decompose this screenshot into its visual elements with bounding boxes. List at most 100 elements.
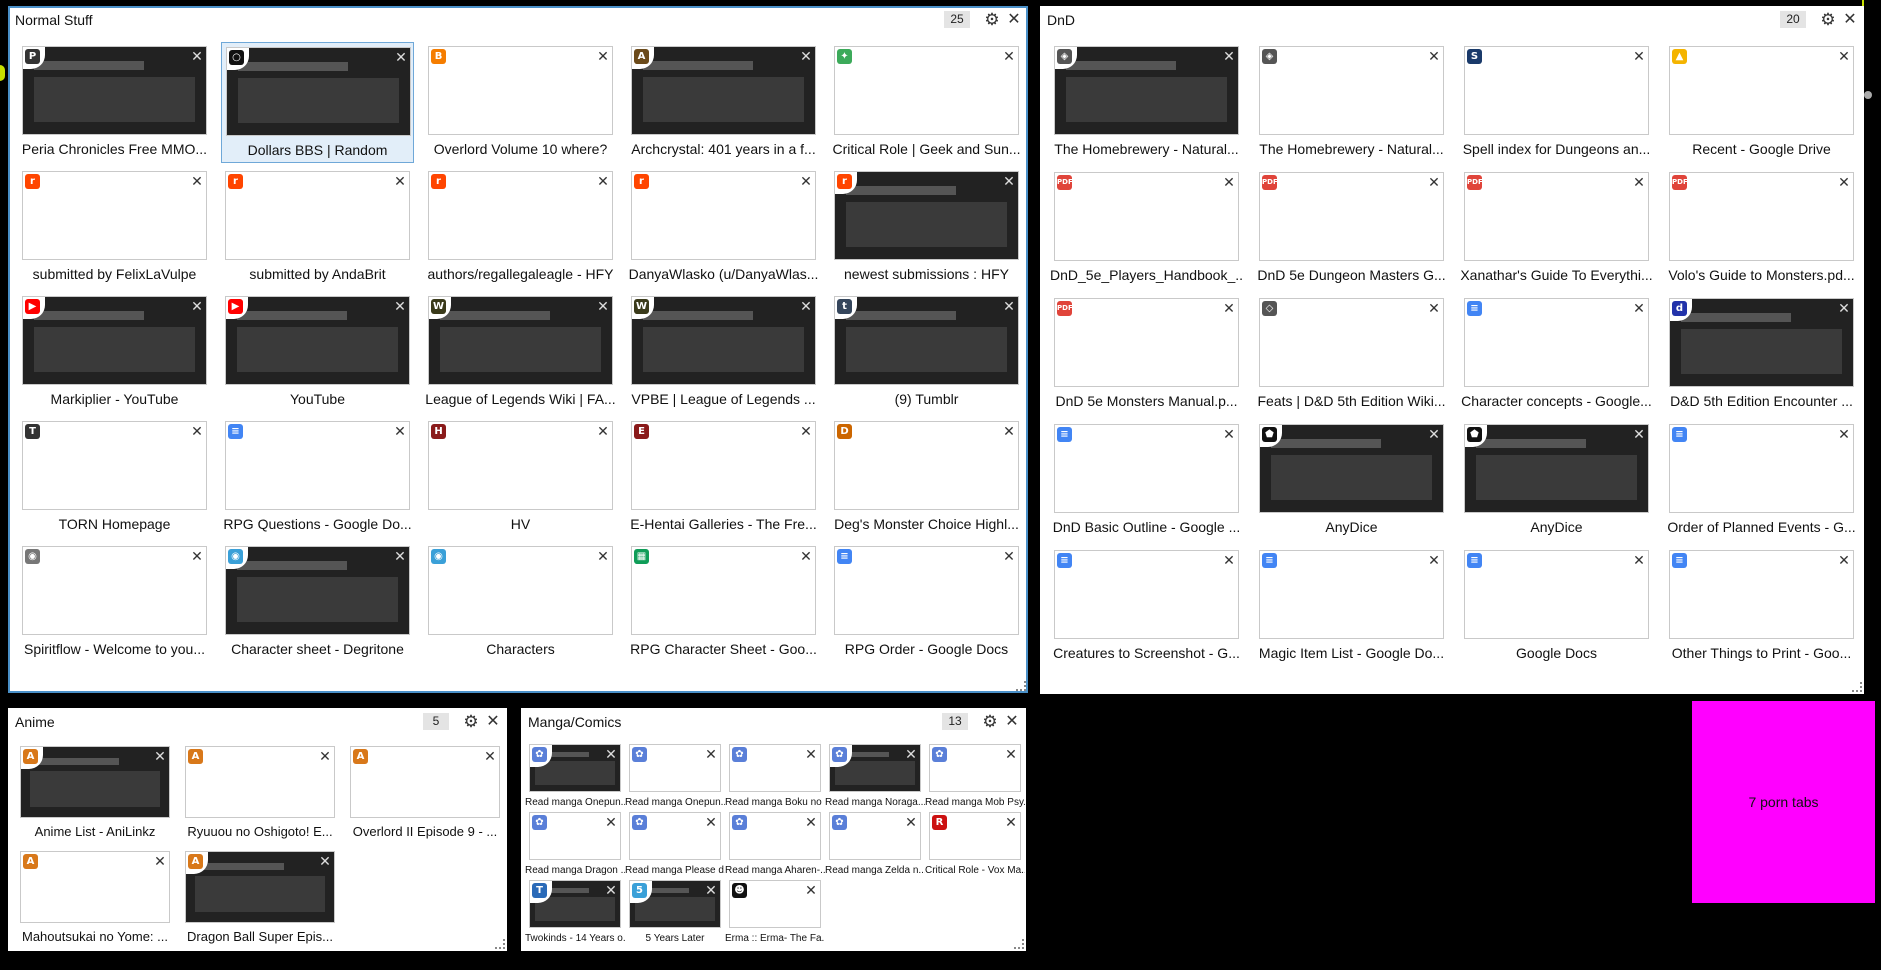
gear-icon[interactable]: ⚙: [461, 712, 481, 732]
tab-item[interactable]: ✿ ✕ Read manga Onepun...: [625, 740, 725, 814]
tab-thumbnail[interactable]: ☻ ✕: [729, 880, 821, 928]
tab-thumbnail[interactable]: T ✕: [22, 421, 207, 510]
gear-icon[interactable]: ⚙: [980, 712, 1000, 732]
tab-thumbnail[interactable]: PDF ✕: [1669, 172, 1854, 261]
group-title[interactable]: Normal Stuff: [15, 12, 93, 28]
tab-item[interactable]: t ✕ (9) Tumblr: [830, 292, 1023, 413]
tab-item[interactable]: r ✕ newest submissions : HFY: [830, 167, 1023, 288]
close-icon[interactable]: ✕: [904, 747, 918, 761]
tab-item[interactable]: PDF ✕ DnD_5e_Players_Handbook_...: [1050, 168, 1243, 289]
tab-thumbnail[interactable]: A ✕: [185, 851, 335, 923]
tab-thumbnail[interactable]: H ✕: [428, 421, 613, 510]
close-icon[interactable]: ✕: [1222, 553, 1236, 567]
close-icon[interactable]: ✕: [483, 712, 503, 732]
close-icon[interactable]: ✕: [190, 424, 204, 438]
tab-item[interactable]: ◈ ✕ The Homebrewery - Natural...: [1255, 42, 1448, 163]
tab-thumbnail[interactable]: ◉ ✕: [22, 546, 207, 635]
close-icon[interactable]: ✕: [394, 50, 408, 64]
tab-item[interactable]: PDF ✕ Xanathar's Guide To Everythi...: [1460, 168, 1653, 289]
close-icon[interactable]: ✕: [804, 883, 818, 897]
tab-thumbnail[interactable]: ✦ ✕: [834, 46, 1019, 135]
close-icon[interactable]: ✕: [1427, 175, 1441, 189]
tab-item[interactable]: A ✕ Anime List - AniLinkz: [16, 742, 174, 846]
tab-thumbnail[interactable]: A ✕: [20, 851, 170, 923]
tab-item[interactable]: ▦ ✕ RPG Character Sheet - Goo...: [627, 542, 820, 663]
close-icon[interactable]: ✕: [1427, 301, 1441, 315]
tab-thumbnail[interactable]: A ✕: [631, 46, 816, 135]
tab-item[interactable]: r ✕ submitted by FelixLaVulpe: [18, 167, 211, 288]
tab-item[interactable]: W ✕ VPBE | League of Legends ...: [627, 292, 820, 413]
tab-item[interactable]: ✿ ✕ Read manga Zelda n...: [825, 808, 925, 882]
tab-item[interactable]: ≡ ✕ Character concepts - Google...: [1460, 294, 1653, 415]
tab-thumbnail[interactable]: ✿ ✕: [729, 744, 821, 792]
close-icon[interactable]: ✕: [393, 299, 407, 313]
tab-thumbnail[interactable]: ✿ ✕: [729, 812, 821, 860]
close-icon[interactable]: ✕: [318, 749, 332, 763]
close-icon[interactable]: ✕: [1632, 175, 1646, 189]
close-icon[interactable]: ✕: [1837, 301, 1851, 315]
close-icon[interactable]: ✕: [604, 815, 618, 829]
close-icon[interactable]: ✕: [596, 549, 610, 563]
tab-item[interactable]: ◇ ✕ Feats | D&D 5th Edition Wiki...: [1255, 294, 1448, 415]
tab-item[interactable]: ≡ ✕ Magic Item List - Google Do...: [1255, 546, 1448, 667]
close-icon[interactable]: ✕: [190, 549, 204, 563]
tab-item[interactable]: ✿ ✕ Read manga Dragon ...: [525, 808, 625, 882]
tab-thumbnail[interactable]: ▶ ✕: [22, 296, 207, 385]
tab-item[interactable]: A ✕ Ryuuou no Oshigoto! E...: [181, 742, 339, 846]
tab-item[interactable]: D ✕ Deg's Monster Choice Highl...: [830, 417, 1023, 538]
group-title[interactable]: Anime: [15, 714, 55, 730]
tab-thumbnail[interactable]: ▶ ✕: [225, 296, 410, 385]
tab-item[interactable]: ◉ ✕ Characters: [424, 542, 617, 663]
close-icon[interactable]: ✕: [393, 424, 407, 438]
resize-grip[interactable]: [495, 939, 505, 949]
tab-group-normal_stuff[interactable]: Normal Stuff 25 ⚙ ✕ P ✕ Peria Chronicles Free …: [8, 6, 1028, 693]
close-icon[interactable]: ✕: [799, 49, 813, 63]
close-icon[interactable]: ✕: [804, 747, 818, 761]
tab-thumbnail[interactable]: r ✕: [22, 171, 207, 260]
tab-thumbnail[interactable]: W ✕: [428, 296, 613, 385]
tab-thumbnail[interactable]: PDF ✕: [1464, 172, 1649, 261]
close-icon[interactable]: ✕: [190, 299, 204, 313]
gear-icon[interactable]: ⚙: [982, 10, 1002, 30]
close-icon[interactable]: ✕: [190, 174, 204, 188]
tab-item[interactable]: T ✕ TORN Homepage: [18, 417, 211, 538]
tab-item[interactable]: ▶ ✕ Markiplier - YouTube: [18, 292, 211, 413]
tab-item[interactable]: T ✕ Twokinds - 14 Years o...: [525, 876, 625, 950]
tab-item[interactable]: ≡ ✕ Google Docs: [1460, 546, 1653, 667]
tab-thumbnail[interactable]: A ✕: [185, 746, 335, 818]
close-icon[interactable]: ✕: [153, 854, 167, 868]
tab-thumbnail[interactable]: ◈ ✕: [1054, 46, 1239, 135]
tab-item[interactable]: d ✕ D&D 5th Edition Encounter ...: [1665, 294, 1858, 415]
tab-thumbnail[interactable]: ✿ ✕: [929, 744, 1021, 792]
tab-item[interactable]: ✦ ✕ Critical Role | Geek and Sun...: [830, 42, 1023, 163]
close-icon[interactable]: ✕: [596, 299, 610, 313]
close-icon[interactable]: ✕: [1837, 553, 1851, 567]
tab-item[interactable]: ≡ ✕ DnD Basic Outline - Google ...: [1050, 420, 1243, 541]
tab-item[interactable]: ≡ ✕ Other Things to Print - Goo...: [1665, 546, 1858, 667]
tab-thumbnail[interactable]: r ✕: [428, 171, 613, 260]
overflow-group[interactable]: 7 porn tabs: [1692, 701, 1875, 903]
close-icon[interactable]: ✕: [596, 174, 610, 188]
tab-item[interactable]: PDF ✕ DnD 5e Dungeon Masters G...: [1255, 168, 1448, 289]
tab-item[interactable]: ○ ✕ Dollars BBS | Random: [221, 42, 414, 163]
tab-thumbnail[interactable]: 5 ✕: [629, 880, 721, 928]
tab-thumbnail[interactable]: ◉ ✕: [428, 546, 613, 635]
tab-item[interactable]: PDF ✕ DnD 5e Monsters Manual.p...: [1050, 294, 1243, 415]
tab-thumbnail[interactable]: ▲ ✕: [1669, 46, 1854, 135]
tab-item[interactable]: A ✕ Mahoutsukai no Yome: ...: [16, 847, 174, 951]
tab-item[interactable]: ✿ ✕ Read manga Onepun...: [525, 740, 625, 814]
tab-thumbnail[interactable]: ◉ ✕: [225, 546, 410, 635]
close-icon[interactable]: ✕: [904, 815, 918, 829]
tab-thumbnail[interactable]: ◈ ✕: [1259, 46, 1444, 135]
tab-item[interactable]: ✿ ✕ Read manga Boku no ...: [725, 740, 825, 814]
close-icon[interactable]: ✕: [1632, 49, 1646, 63]
close-icon[interactable]: ✕: [1427, 553, 1441, 567]
tab-thumbnail[interactable]: PDF ✕: [1054, 298, 1239, 387]
close-icon[interactable]: ✕: [318, 854, 332, 868]
tab-item[interactable]: H ✕ HV: [424, 417, 617, 538]
close-icon[interactable]: ✕: [1222, 427, 1236, 441]
tab-item[interactable]: ◉ ✕ Character sheet - Degritone: [221, 542, 414, 663]
tab-thumbnail[interactable]: ✿ ✕: [529, 744, 621, 792]
tab-thumbnail[interactable]: ◇ ✕: [1259, 298, 1444, 387]
tab-item[interactable]: ✿ ✕ Read manga Mob Psy...: [925, 740, 1025, 814]
